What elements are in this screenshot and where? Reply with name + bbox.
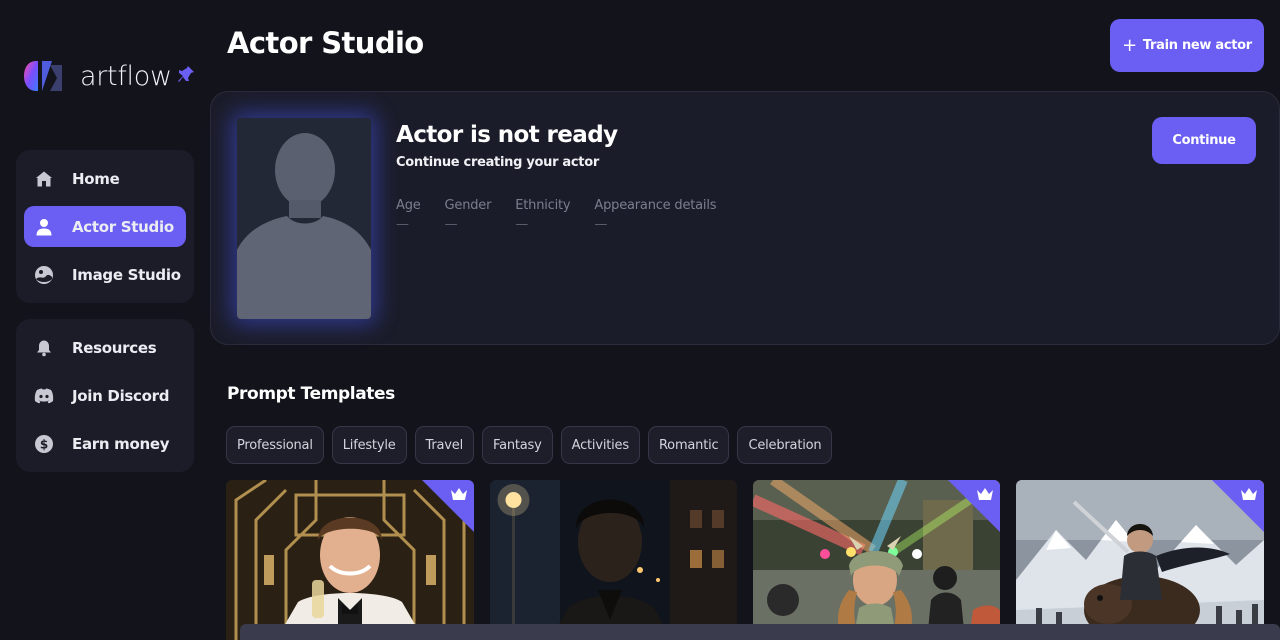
sidebar-item-earn-money[interactable]: $ Earn money <box>24 423 186 464</box>
template-category-chips: Professional Lifestyle Travel Fantasy Ac… <box>226 426 840 464</box>
actor-status-title: Actor is not ready <box>396 122 618 148</box>
attribute-value: — <box>515 217 529 232</box>
attribute-label: Gender <box>444 198 492 213</box>
sidebar-item-label: Image Studio <box>72 265 181 284</box>
template-card-art-deco[interactable] <box>226 480 474 640</box>
template-card-costume-party[interactable] <box>753 480 1000 640</box>
attribute-value: — <box>594 217 608 232</box>
bottom-overlay-bar <box>240 624 1280 640</box>
sidebar-item-label: Actor Studio <box>72 217 174 236</box>
attribute-value: — <box>444 217 458 232</box>
chip-professional[interactable]: Professional <box>226 426 324 464</box>
attribute-ethnicity: Ethnicity — <box>515 198 570 232</box>
page-title: Actor Studio <box>227 26 424 60</box>
artflow-logo-icon <box>24 61 62 91</box>
attribute-gender: Gender — <box>445 198 492 232</box>
continue-button[interactable]: Continue <box>1152 117 1256 164</box>
sidebar: artflow Home Actor Studio Image Studio R… <box>0 0 210 640</box>
train-new-actor-button[interactable]: + Train new actor <box>1110 19 1264 72</box>
chip-lifestyle[interactable]: Lifestyle <box>331 426 407 464</box>
attribute-age: Age — <box>396 198 421 232</box>
sidebar-item-resources[interactable]: Resources <box>24 327 186 368</box>
home-icon <box>34 169 54 189</box>
crown-icon <box>1241 488 1257 500</box>
sidebar-item-label: Join Discord <box>72 386 170 405</box>
sidebar-item-label: Earn money <box>72 434 170 453</box>
sidebar-item-actor-studio[interactable]: Actor Studio <box>24 206 186 247</box>
bell-icon <box>34 338 54 358</box>
brand-name: artflow <box>80 60 172 92</box>
mannequin-icon <box>237 118 371 319</box>
plus-icon: + <box>1122 34 1137 56</box>
chip-fantasy[interactable]: Fantasy <box>482 426 553 464</box>
attribute-appearance-details: Appearance details — <box>594 198 716 232</box>
image-studio-icon <box>34 265 54 285</box>
user-icon <box>34 217 54 237</box>
dollar-icon: $ <box>34 434 54 454</box>
actor-status-subtitle: Continue creating your actor <box>396 155 599 170</box>
attribute-label: Appearance details <box>594 198 717 213</box>
discord-icon <box>34 386 54 406</box>
chip-activities[interactable]: Activities <box>560 426 640 464</box>
sidebar-item-label: Resources <box>72 338 157 357</box>
template-card-fantasy-bear-rider[interactable] <box>1016 480 1264 640</box>
actor-card: Actor is not ready Continue creating you… <box>210 91 1280 345</box>
chip-travel[interactable]: Travel <box>414 426 474 464</box>
attribute-label: Age <box>396 198 421 213</box>
chip-romantic[interactable]: Romantic <box>647 426 730 464</box>
template-card-night-street[interactable] <box>490 480 737 640</box>
primary-nav: Home Actor Studio Image Studio <box>16 150 194 303</box>
attribute-label: Ethnicity <box>515 198 571 213</box>
attribute-value: — <box>396 217 409 232</box>
brand-logo[interactable]: artflow <box>24 58 199 94</box>
svg-text:$: $ <box>40 437 48 451</box>
sidebar-item-image-studio[interactable]: Image Studio <box>24 254 186 295</box>
secondary-nav: Resources Join Discord $ Earn money <box>16 319 194 472</box>
prompt-templates-title: Prompt Templates <box>227 384 395 404</box>
crown-icon <box>451 488 467 500</box>
sidebar-item-label: Home <box>72 169 120 188</box>
sidebar-item-join-discord[interactable]: Join Discord <box>24 375 186 416</box>
chip-celebration[interactable]: Celebration <box>737 426 833 464</box>
train-new-actor-label: Train new actor <box>1142 38 1252 53</box>
actor-attributes: Age — Gender — Ethnicity — Appearance de… <box>396 198 740 232</box>
sidebar-item-home[interactable]: Home <box>24 158 186 199</box>
crown-icon <box>977 488 993 500</box>
template-cards <box>226 480 1280 640</box>
actor-placeholder-portrait <box>237 118 371 319</box>
pin-icon[interactable] <box>176 64 196 84</box>
template-image-night-street <box>490 480 737 640</box>
